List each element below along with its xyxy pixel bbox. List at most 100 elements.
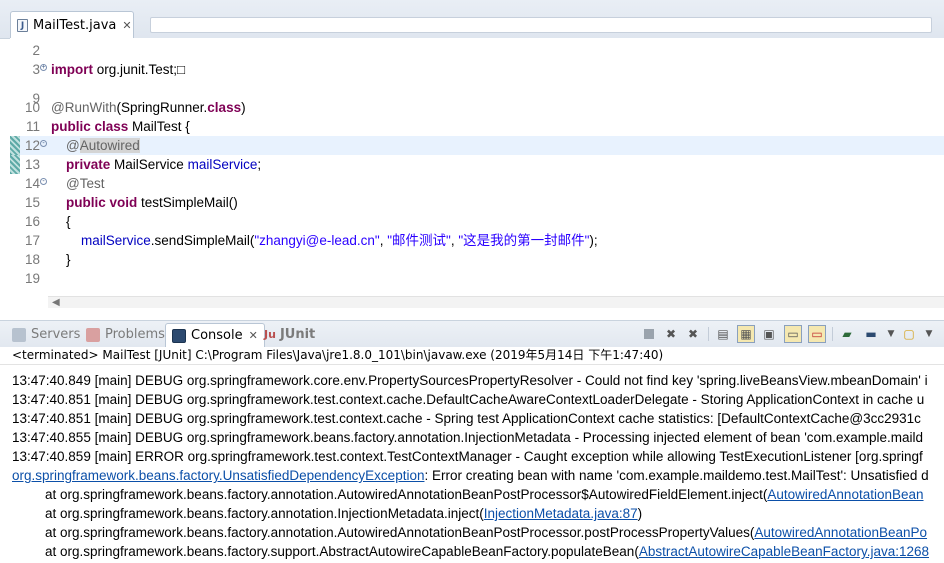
line-number: 10 (24, 100, 40, 115)
panel-divider (0, 308, 944, 320)
code-line[interactable]: 16 { (10, 212, 944, 231)
code-token: import (51, 62, 93, 77)
code-line[interactable]: 10 @RunWith(SpringRunner.class) (10, 98, 944, 117)
code-text: public class MailTest { (51, 117, 190, 136)
open-console-icon[interactable]: ▰ (838, 325, 856, 343)
code-token: Autowired (79, 138, 140, 153)
remove-launch-icon[interactable]: ✖ (662, 325, 680, 343)
chevron-down-icon[interactable]: ▼ (920, 325, 938, 343)
console-text: ) (637, 506, 643, 521)
scroll-left-arrow-icon[interactable]: ◀ (52, 297, 60, 308)
code-token: "这是我的第一封邮件" (458, 233, 590, 248)
code-line[interactable]: 14- @Test (10, 174, 944, 193)
tab-problems-label: Problems (105, 327, 165, 342)
tab-console[interactable]: Console ✕ (165, 323, 265, 347)
stack-trace-link[interactable]: InjectionMetadata.java:87 (484, 506, 638, 521)
collapse-fold-icon[interactable]: - (40, 178, 47, 185)
remove-all-launches-icon[interactable]: ✖ (684, 325, 702, 343)
code-line[interactable]: 2 (10, 41, 944, 60)
console-output[interactable]: 13:47:40.849 [main] DEBUG org.springfram… (0, 365, 944, 563)
code-token: class (207, 100, 242, 115)
console-text: 13:47:40.849 [main] DEBUG org.springfram… (12, 373, 928, 388)
console-line: at org.springframework.beans.factory.ann… (12, 523, 927, 542)
code-token: { (51, 214, 71, 229)
tab-console-label: Console (191, 328, 243, 343)
code-token: @ (66, 138, 80, 153)
code-line[interactable]: 11 public class MailTest { (10, 117, 944, 136)
code-token: mailService (81, 233, 151, 248)
line-number: 17 (24, 233, 40, 248)
code-line[interactable]: 13 private MailService mailService; (10, 155, 944, 174)
new-console-icon[interactable]: ▢ (900, 325, 918, 343)
code-line[interactable]: 18 } (10, 250, 944, 269)
console-line: 13:47:40.859 [main] ERROR org.springfram… (12, 447, 923, 466)
show-stdout-icon[interactable]: ▭ (784, 325, 802, 343)
problems-icon (86, 327, 100, 342)
code-token: "zhangyi@e-lead.cn" (254, 233, 380, 248)
line-number: 13 (24, 157, 40, 172)
tab-junit[interactable]: Ju JUnit (264, 324, 315, 345)
close-icon[interactable]: ✕ (249, 329, 258, 342)
code-token: private (66, 157, 111, 172)
editor-tab-mailtest[interactable]: J MailTest.java ✕ (10, 11, 134, 38)
line-number: 18 (24, 252, 40, 267)
collapse-fold-icon[interactable]: - (40, 140, 47, 147)
code-line[interactable]: 3 + import org.junit.Test;□ (10, 60, 944, 79)
stop-icon[interactable] (640, 325, 658, 343)
close-icon[interactable]: ✕ (122, 19, 131, 32)
scroll-lock-icon[interactable]: ▤ (714, 325, 732, 343)
code-token: org.junit.Test; (93, 62, 178, 77)
code-text: mailService.sendSimpleMail("zhangyi@e-le… (51, 231, 598, 250)
console-text: at org.springframework.beans.factory.ann… (45, 487, 768, 502)
pin-console-icon[interactable]: ▣ (760, 325, 778, 343)
word-wrap-icon[interactable]: ▦ (737, 325, 755, 343)
editor-tab-bar: J MailTest.java ✕ (0, 0, 944, 39)
code-text: public void testSimpleMail() (51, 193, 238, 212)
code-text: } (51, 250, 71, 269)
view-tab-bar: Servers Problems Console ✕ Ju JUnit ✖ ✖ … (0, 320, 944, 348)
editor-tab-strip (150, 17, 932, 33)
display-selected-console-icon[interactable]: ▬ (862, 325, 880, 343)
console-line: at org.springframework.beans.factory.sup… (12, 542, 929, 561)
console-line: 13:47:40.849 [main] DEBUG org.springfram… (12, 371, 928, 390)
code-editor[interactable]: 2 3 + import org.junit.Test;□ 9 10 @RunWith(Sp… (10, 38, 944, 296)
console-line: at org.springframework.beans.factory.ann… (12, 504, 642, 523)
line-number: 2 (32, 43, 40, 58)
java-file-icon: J (17, 18, 28, 32)
code-line[interactable]: 19 (10, 269, 944, 288)
code-token: MailTest { (128, 119, 190, 134)
console-status-line: <terminated> MailTest [JUnit] C:\Program… (0, 347, 944, 365)
tab-problems[interactable]: Problems (86, 324, 165, 345)
console-line: org.springframework.beans.factory.Unsati… (12, 466, 929, 485)
console-text: at org.springframework.beans.factory.ann… (45, 506, 484, 521)
stack-trace-link[interactable]: AutowiredAnnotationBeanPo (754, 525, 927, 540)
code-token: @RunWith (51, 100, 117, 115)
tab-servers-label: Servers (31, 327, 81, 342)
line-number: 14 (24, 176, 40, 191)
code-token: testSimpleMail() (137, 195, 238, 210)
stack-trace-link[interactable]: AbstractAutowireCapableBeanFactory.java:… (639, 544, 929, 559)
stack-trace-link[interactable]: org.springframework.beans.factory.Unsati… (12, 468, 424, 483)
code-line[interactable]: 17 mailService.sendSimpleMail("zhangyi@e… (10, 231, 944, 250)
code-token: MailService (110, 157, 188, 172)
console-line: at org.springframework.beans.factory.ann… (12, 485, 924, 504)
expand-fold-icon[interactable]: + (40, 64, 47, 71)
console-text: 13:47:40.859 [main] ERROR org.springfram… (12, 449, 923, 464)
code-token: ; (257, 157, 262, 172)
line-number: 16 (24, 214, 40, 229)
stack-trace-link[interactable]: AutowiredAnnotationBean (767, 487, 923, 502)
console-line: 13:47:40.851 [main] DEBUG org.springfram… (12, 409, 921, 428)
show-stderr-icon[interactable]: ▭ (808, 325, 826, 343)
junit-icon: Ju (264, 328, 276, 341)
code-token: "邮件测试" (387, 233, 451, 248)
chevron-down-icon[interactable]: ▼ (882, 325, 900, 343)
code-line[interactable]: 15 public void testSimpleMail() (10, 193, 944, 212)
tab-servers[interactable]: Servers (12, 324, 80, 345)
code-token: public class (51, 119, 129, 134)
code-text: private MailService mailService; (51, 155, 261, 174)
console-line: 13:47:40.851 [main] DEBUG org.springfram… (12, 390, 924, 409)
code-line[interactable]: 12- @Autowired (10, 136, 944, 155)
code-token: ) (241, 100, 246, 115)
